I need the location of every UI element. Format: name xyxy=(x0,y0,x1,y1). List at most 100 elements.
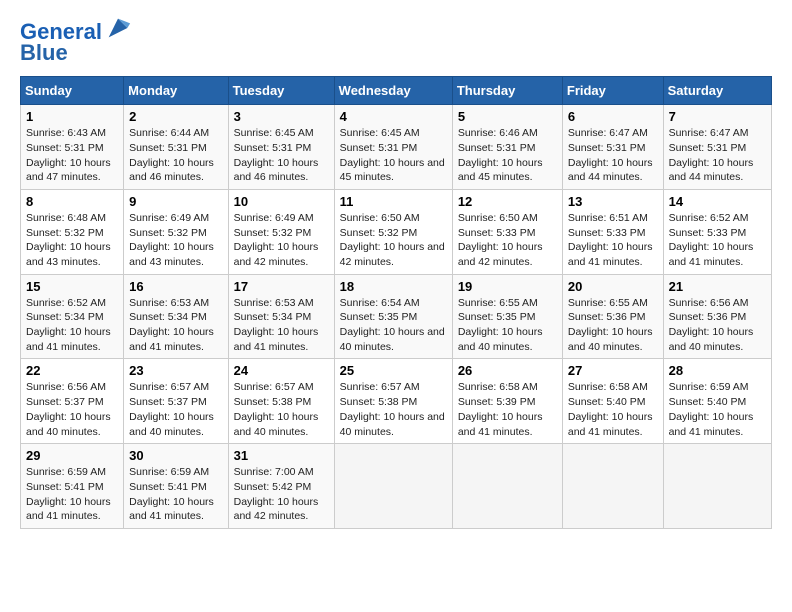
day-info: Sunrise: 6:57 AMSunset: 5:38 PMDaylight:… xyxy=(234,381,319,437)
day-info: Sunrise: 6:56 AMSunset: 5:36 PMDaylight:… xyxy=(669,297,754,353)
weekday-header-sunday: Sunday xyxy=(21,77,124,105)
day-number: 9 xyxy=(129,194,222,209)
weekday-header-saturday: Saturday xyxy=(663,77,771,105)
day-cell: 8 Sunrise: 6:48 AMSunset: 5:32 PMDayligh… xyxy=(21,189,124,274)
day-number: 28 xyxy=(669,363,766,378)
day-info: Sunrise: 6:49 AMSunset: 5:32 PMDaylight:… xyxy=(129,212,214,268)
day-number: 21 xyxy=(669,279,766,294)
day-cell: 18 Sunrise: 6:54 AMSunset: 5:35 PMDaylig… xyxy=(334,274,452,359)
day-info: Sunrise: 6:52 AMSunset: 5:34 PMDaylight:… xyxy=(26,297,111,353)
week-row-1: 1 Sunrise: 6:43 AMSunset: 5:31 PMDayligh… xyxy=(21,105,772,190)
day-number: 26 xyxy=(458,363,557,378)
day-info: Sunrise: 6:55 AMSunset: 5:35 PMDaylight:… xyxy=(458,297,543,353)
day-info: Sunrise: 6:51 AMSunset: 5:33 PMDaylight:… xyxy=(568,212,653,268)
day-number: 4 xyxy=(340,109,447,124)
day-cell: 26 Sunrise: 6:58 AMSunset: 5:39 PMDaylig… xyxy=(452,359,562,444)
day-cell: 9 Sunrise: 6:49 AMSunset: 5:32 PMDayligh… xyxy=(124,189,228,274)
day-info: Sunrise: 6:54 AMSunset: 5:35 PMDaylight:… xyxy=(340,297,445,353)
week-row-3: 15 Sunrise: 6:52 AMSunset: 5:34 PMDaylig… xyxy=(21,274,772,359)
weekday-header-row: SundayMondayTuesdayWednesdayThursdayFrid… xyxy=(21,77,772,105)
day-cell: 25 Sunrise: 6:57 AMSunset: 5:38 PMDaylig… xyxy=(334,359,452,444)
day-cell xyxy=(452,444,562,529)
week-row-2: 8 Sunrise: 6:48 AMSunset: 5:32 PMDayligh… xyxy=(21,189,772,274)
day-info: Sunrise: 6:57 AMSunset: 5:37 PMDaylight:… xyxy=(129,381,214,437)
day-cell: 16 Sunrise: 6:53 AMSunset: 5:34 PMDaylig… xyxy=(124,274,228,359)
day-cell: 31 Sunrise: 7:00 AMSunset: 5:42 PMDaylig… xyxy=(228,444,334,529)
day-number: 5 xyxy=(458,109,557,124)
day-cell: 11 Sunrise: 6:50 AMSunset: 5:32 PMDaylig… xyxy=(334,189,452,274)
week-row-4: 22 Sunrise: 6:56 AMSunset: 5:37 PMDaylig… xyxy=(21,359,772,444)
day-cell: 2 Sunrise: 6:44 AMSunset: 5:31 PMDayligh… xyxy=(124,105,228,190)
day-cell: 19 Sunrise: 6:55 AMSunset: 5:35 PMDaylig… xyxy=(452,274,562,359)
day-info: Sunrise: 6:44 AMSunset: 5:31 PMDaylight:… xyxy=(129,127,214,183)
logo-icon xyxy=(104,14,132,42)
day-number: 2 xyxy=(129,109,222,124)
weekday-header-wednesday: Wednesday xyxy=(334,77,452,105)
day-info: Sunrise: 6:43 AMSunset: 5:31 PMDaylight:… xyxy=(26,127,111,183)
day-cell: 5 Sunrise: 6:46 AMSunset: 5:31 PMDayligh… xyxy=(452,105,562,190)
day-number: 13 xyxy=(568,194,658,209)
day-number: 12 xyxy=(458,194,557,209)
day-cell: 14 Sunrise: 6:52 AMSunset: 5:33 PMDaylig… xyxy=(663,189,771,274)
day-number: 16 xyxy=(129,279,222,294)
day-number: 22 xyxy=(26,363,118,378)
day-number: 14 xyxy=(669,194,766,209)
calendar-table: SundayMondayTuesdayWednesdayThursdayFrid… xyxy=(20,76,772,529)
day-number: 1 xyxy=(26,109,118,124)
day-info: Sunrise: 6:59 AMSunset: 5:40 PMDaylight:… xyxy=(669,381,754,437)
day-cell: 15 Sunrise: 6:52 AMSunset: 5:34 PMDaylig… xyxy=(21,274,124,359)
day-cell: 30 Sunrise: 6:59 AMSunset: 5:41 PMDaylig… xyxy=(124,444,228,529)
day-cell: 27 Sunrise: 6:58 AMSunset: 5:40 PMDaylig… xyxy=(562,359,663,444)
day-info: Sunrise: 6:45 AMSunset: 5:31 PMDaylight:… xyxy=(234,127,319,183)
weekday-header-thursday: Thursday xyxy=(452,77,562,105)
day-info: Sunrise: 6:58 AMSunset: 5:39 PMDaylight:… xyxy=(458,381,543,437)
day-number: 10 xyxy=(234,194,329,209)
day-number: 29 xyxy=(26,448,118,463)
day-cell: 29 Sunrise: 6:59 AMSunset: 5:41 PMDaylig… xyxy=(21,444,124,529)
day-number: 30 xyxy=(129,448,222,463)
day-info: Sunrise: 6:53 AMSunset: 5:34 PMDaylight:… xyxy=(129,297,214,353)
day-cell: 17 Sunrise: 6:53 AMSunset: 5:34 PMDaylig… xyxy=(228,274,334,359)
day-info: Sunrise: 6:59 AMSunset: 5:41 PMDaylight:… xyxy=(26,466,111,522)
day-number: 15 xyxy=(26,279,118,294)
week-row-5: 29 Sunrise: 6:59 AMSunset: 5:41 PMDaylig… xyxy=(21,444,772,529)
day-info: Sunrise: 6:59 AMSunset: 5:41 PMDaylight:… xyxy=(129,466,214,522)
day-info: Sunrise: 6:45 AMSunset: 5:31 PMDaylight:… xyxy=(340,127,445,183)
day-info: Sunrise: 6:57 AMSunset: 5:38 PMDaylight:… xyxy=(340,381,445,437)
day-cell: 22 Sunrise: 6:56 AMSunset: 5:37 PMDaylig… xyxy=(21,359,124,444)
day-info: Sunrise: 6:53 AMSunset: 5:34 PMDaylight:… xyxy=(234,297,319,353)
day-cell: 10 Sunrise: 6:49 AMSunset: 5:32 PMDaylig… xyxy=(228,189,334,274)
day-number: 27 xyxy=(568,363,658,378)
day-number: 11 xyxy=(340,194,447,209)
day-cell: 4 Sunrise: 6:45 AMSunset: 5:31 PMDayligh… xyxy=(334,105,452,190)
day-info: Sunrise: 6:47 AMSunset: 5:31 PMDaylight:… xyxy=(568,127,653,183)
day-cell: 24 Sunrise: 6:57 AMSunset: 5:38 PMDaylig… xyxy=(228,359,334,444)
day-number: 6 xyxy=(568,109,658,124)
day-info: Sunrise: 6:56 AMSunset: 5:37 PMDaylight:… xyxy=(26,381,111,437)
day-cell: 7 Sunrise: 6:47 AMSunset: 5:31 PMDayligh… xyxy=(663,105,771,190)
day-cell xyxy=(334,444,452,529)
day-number: 8 xyxy=(26,194,118,209)
weekday-header-friday: Friday xyxy=(562,77,663,105)
day-info: Sunrise: 6:58 AMSunset: 5:40 PMDaylight:… xyxy=(568,381,653,437)
day-number: 3 xyxy=(234,109,329,124)
day-number: 25 xyxy=(340,363,447,378)
weekday-header-tuesday: Tuesday xyxy=(228,77,334,105)
day-info: Sunrise: 7:00 AMSunset: 5:42 PMDaylight:… xyxy=(234,466,319,522)
day-number: 20 xyxy=(568,279,658,294)
day-info: Sunrise: 6:50 AMSunset: 5:32 PMDaylight:… xyxy=(340,212,445,268)
day-cell: 6 Sunrise: 6:47 AMSunset: 5:31 PMDayligh… xyxy=(562,105,663,190)
day-number: 7 xyxy=(669,109,766,124)
weekday-header-monday: Monday xyxy=(124,77,228,105)
day-number: 24 xyxy=(234,363,329,378)
day-cell: 1 Sunrise: 6:43 AMSunset: 5:31 PMDayligh… xyxy=(21,105,124,190)
day-cell xyxy=(663,444,771,529)
day-info: Sunrise: 6:46 AMSunset: 5:31 PMDaylight:… xyxy=(458,127,543,183)
logo: General Blue xyxy=(20,20,132,66)
day-number: 23 xyxy=(129,363,222,378)
day-info: Sunrise: 6:52 AMSunset: 5:33 PMDaylight:… xyxy=(669,212,754,268)
day-info: Sunrise: 6:55 AMSunset: 5:36 PMDaylight:… xyxy=(568,297,653,353)
day-info: Sunrise: 6:50 AMSunset: 5:33 PMDaylight:… xyxy=(458,212,543,268)
page-header: General Blue xyxy=(20,20,772,66)
day-cell: 12 Sunrise: 6:50 AMSunset: 5:33 PMDaylig… xyxy=(452,189,562,274)
